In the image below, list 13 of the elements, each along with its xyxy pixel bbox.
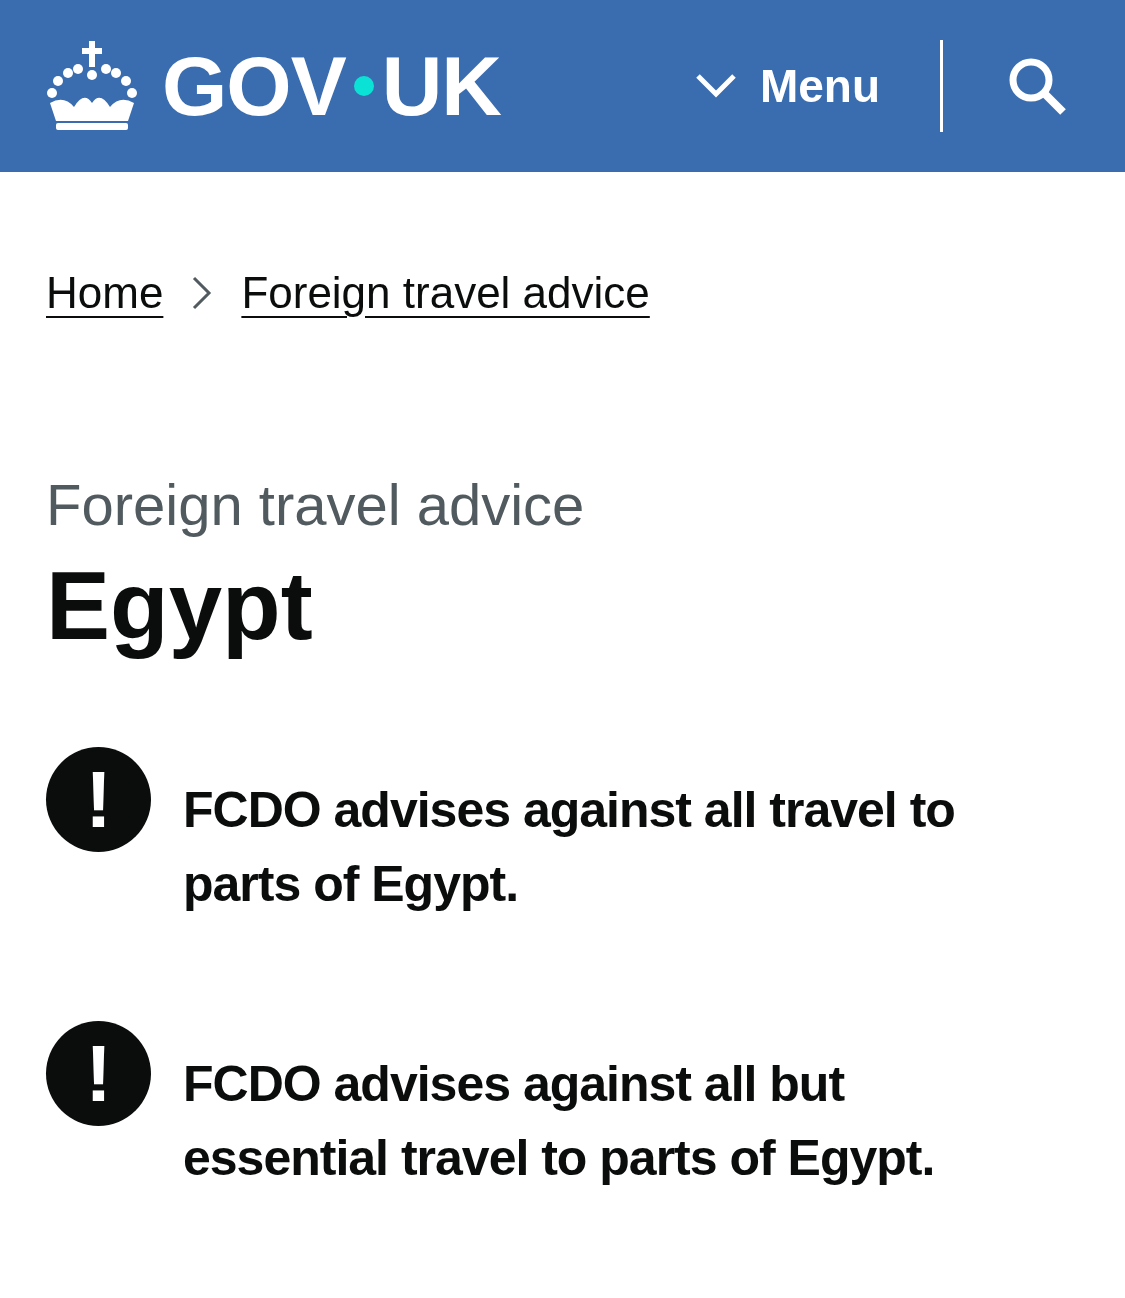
chevron-right-icon xyxy=(191,275,214,311)
crown-icon xyxy=(44,41,140,131)
search-icon xyxy=(1007,56,1067,116)
menu-button[interactable]: Menu xyxy=(693,40,943,132)
govuk-logo-link[interactable]: GOV UK xyxy=(44,41,502,131)
warning-text: FCDO advises against all travel to parts of Egypt. xyxy=(183,781,956,915)
warning-text: FCDO advises against all but essential travel to parts of Egypt. xyxy=(183,1055,936,1189)
breadcrumb-link[interactable]: Home xyxy=(46,260,164,326)
chevron-icon xyxy=(693,72,738,100)
warning-icon: ! xyxy=(46,747,151,853)
page-title: Egypt xyxy=(46,551,313,661)
breadcrumb-link[interactable]: Foreign travel advice xyxy=(241,260,650,326)
warning-icon: ! xyxy=(46,1021,151,1127)
